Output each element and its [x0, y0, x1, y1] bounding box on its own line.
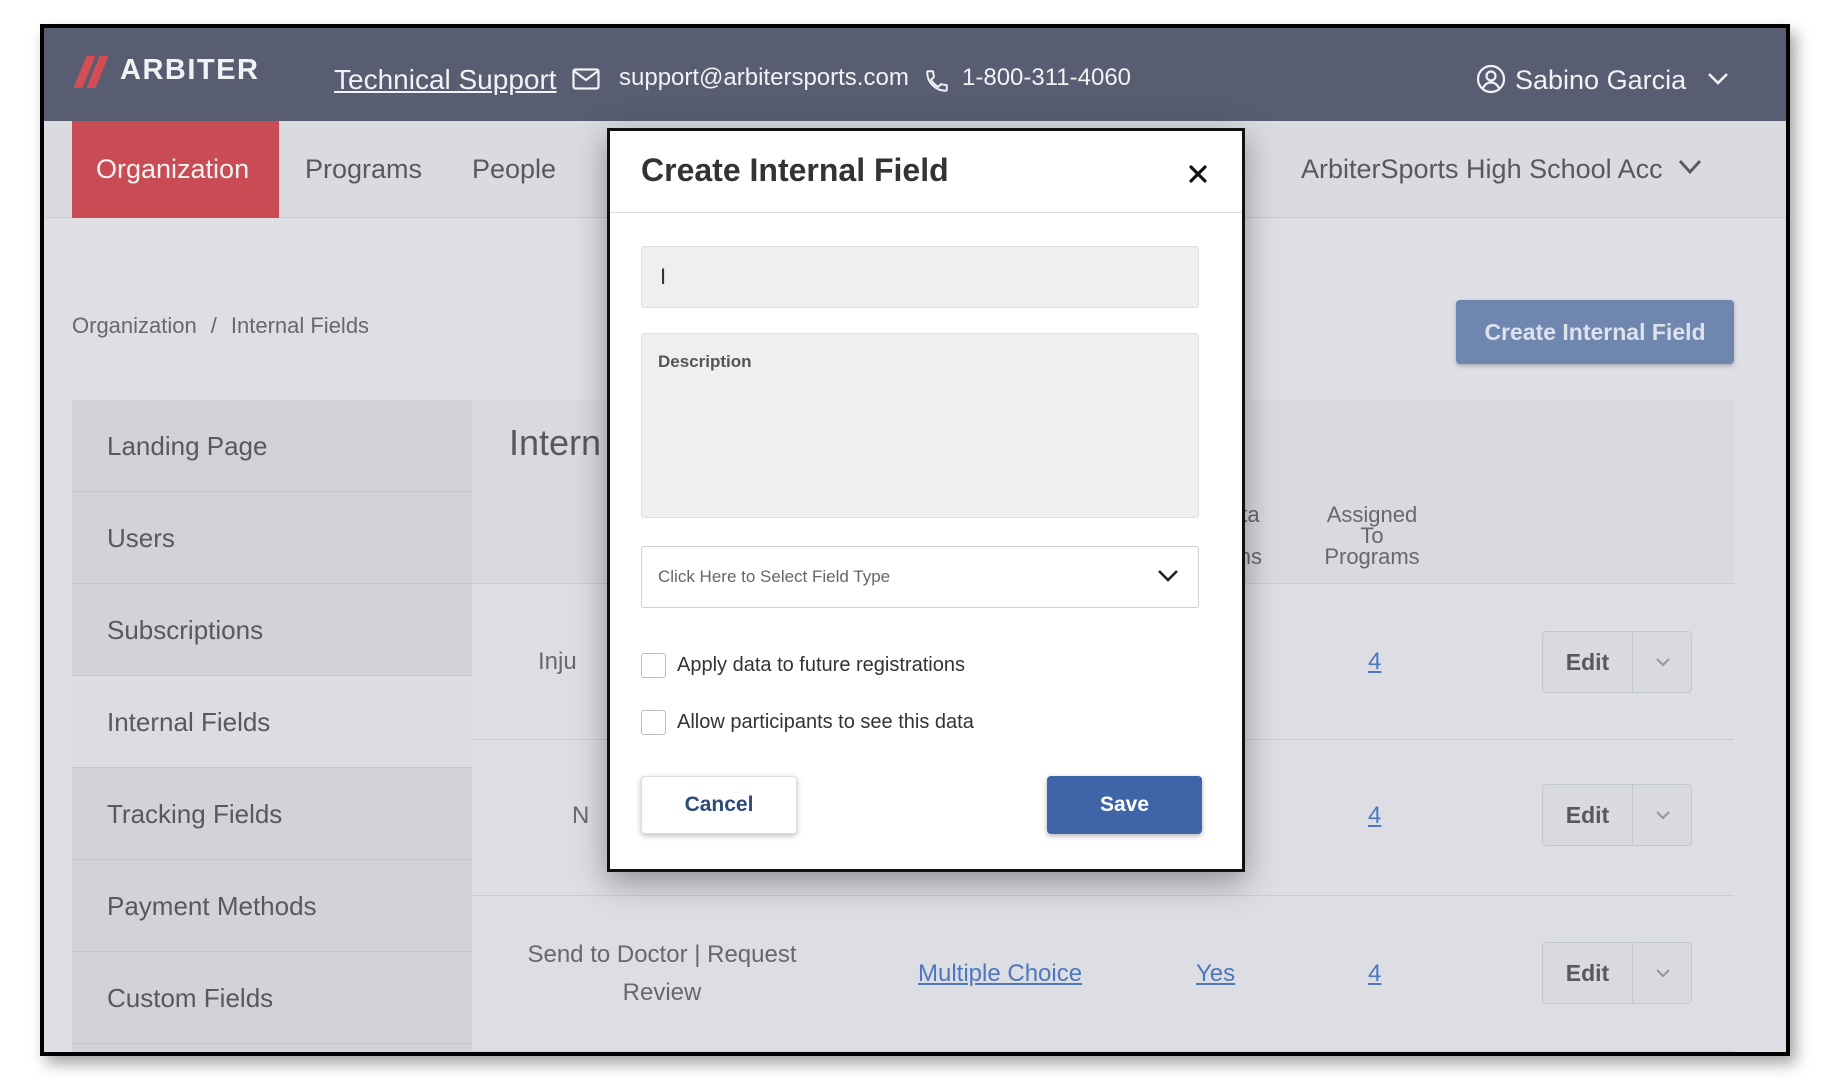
cancel-button[interactable]: Cancel [641, 776, 797, 834]
field-name-input[interactable]: I [641, 246, 1199, 308]
allow-participants-checkbox-row[interactable]: Allow participants to see this data [641, 708, 974, 736]
apply-data-checkbox-row[interactable]: Apply data to future registrations [641, 651, 965, 679]
apply-data-label[interactable]: Apply data to future registrations [677, 654, 965, 677]
field-type-select[interactable]: Click Here to Select Field Type [641, 546, 1199, 608]
app-window: ARBITER Technical Support support@arbite… [40, 24, 1790, 1056]
description-textarea[interactable]: Description [641, 333, 1199, 518]
allow-participants-checkbox[interactable] [641, 709, 666, 735]
apply-data-checkbox[interactable] [641, 652, 666, 678]
save-button[interactable]: Save [1047, 776, 1202, 834]
field-type-placeholder: Click Here to Select Field Type [658, 567, 891, 586]
close-icon[interactable] [1183, 159, 1213, 189]
allow-participants-label[interactable]: Allow participants to see this data [677, 711, 974, 734]
chevron-down-icon [1158, 570, 1178, 582]
create-internal-field-modal: Create Internal Field I Description Clic… [607, 128, 1245, 872]
modal-title: Create Internal Field [641, 152, 949, 188]
modal-header: Create Internal Field [610, 131, 1242, 213]
description-label: Description [658, 352, 752, 371]
